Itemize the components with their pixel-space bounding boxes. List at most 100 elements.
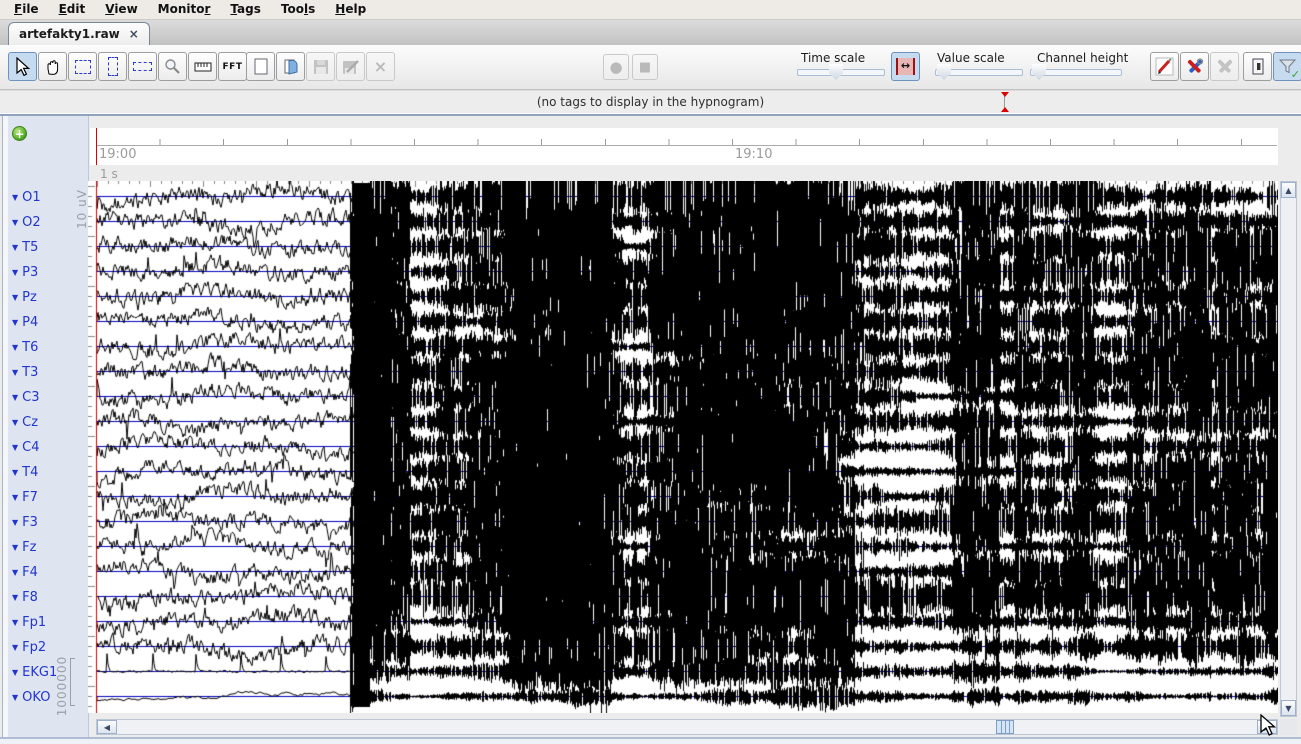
channel-dropdown-icon: ▼ — [12, 293, 18, 302]
time-scale-slider[interactable] — [797, 69, 885, 76]
open-tag-document-button[interactable] — [276, 52, 305, 81]
time-scale-slider-thumb[interactable] — [829, 64, 843, 80]
channel-item-c3[interactable]: ▼C3 — [12, 389, 40, 406]
fit-page-width-button[interactable]: ↔ — [891, 52, 920, 81]
channel-item-o2[interactable]: ▼ O2 — [12, 214, 41, 231]
channel-dropdown-icon: ▼ — [12, 568, 18, 577]
channel-dropdown-icon: ▼ — [12, 493, 18, 502]
fft-tool-button[interactable]: FFT — [218, 52, 247, 81]
channel-item-o1[interactable]: ▼O1 — [12, 189, 41, 206]
menu-tools[interactable]: Tools — [271, 0, 325, 19]
channel-item-f4[interactable]: ▼F4 — [12, 564, 38, 581]
select-column-tool-button[interactable] — [98, 52, 127, 81]
hand-icon — [44, 58, 62, 76]
channel-item-oko[interactable]: ▼OKO — [12, 689, 50, 706]
horizontal-scrollbar-thumb[interactable] — [996, 720, 1014, 734]
channel-dropdown-icon: ▼ — [12, 693, 18, 702]
value-scale-slider-thumb[interactable] — [937, 64, 951, 80]
show-panel-button[interactable] — [1243, 52, 1272, 81]
channel-item-t6[interactable]: ▼T6 — [12, 339, 38, 356]
menu-file[interactable]: File — [4, 0, 49, 19]
channel-item-fp2[interactable]: ▼Fp2 — [12, 639, 46, 656]
channel-label: C3 — [22, 390, 39, 405]
channel-item-p4[interactable]: ▼P4 — [12, 314, 38, 331]
channel-label: Cz — [22, 415, 38, 430]
record-button[interactable]: ● — [603, 54, 629, 80]
horizontal-scrollbar[interactable]: ◀ ▶ — [96, 719, 1278, 735]
channel-item-t3[interactable]: ▼ T3 — [12, 364, 38, 381]
channel-item-fp1[interactable]: ▼Fp1 — [12, 614, 46, 631]
channel-item-c4[interactable]: ▼C4 — [12, 439, 40, 456]
channel-item-ekg1[interactable]: ▼EKG1 — [12, 664, 57, 681]
preferences-tools-button[interactable] — [1180, 52, 1209, 81]
magnifier-icon — [164, 58, 181, 75]
channel-item-f8[interactable]: ▼F8 — [12, 589, 38, 606]
channel-item-t5[interactable]: ▼T5 — [12, 239, 38, 256]
vertical-scrollbar[interactable]: ▲ ▼ — [1280, 181, 1297, 717]
tab-bar: artefakty1.raw × — [0, 20, 1301, 46]
channel-label: Fz — [22, 540, 36, 555]
stop-button[interactable]: ■ — [632, 54, 658, 80]
scroll-up-button[interactable]: ▲ — [1281, 182, 1296, 198]
channel-dropdown-icon: ▼ — [12, 368, 18, 377]
channel-item-fz[interactable]: ▼Fz — [12, 539, 36, 556]
channel-item-pz[interactable]: ▼ Pz — [12, 289, 37, 306]
select-row-tool-button[interactable] — [128, 52, 157, 81]
channel-height-slider[interactable] — [1030, 69, 1122, 76]
add-channel-button[interactable]: + — [12, 126, 27, 141]
toolbar: FFT — [0, 45, 1301, 90]
menu-view[interactable]: View — [95, 0, 147, 19]
edit-signal-parameters-button[interactable] — [1150, 52, 1179, 81]
channel-item-p3[interactable]: ▼P3 — [12, 264, 38, 281]
tab-artefakty1-raw[interactable]: artefakty1.raw × — [8, 22, 150, 45]
channel-label: T3 — [22, 365, 38, 380]
disabled-tools-button[interactable] — [1210, 52, 1239, 81]
tab-close-icon[interactable]: × — [129, 29, 139, 39]
channel-dropdown-icon: ▼ — [12, 643, 18, 652]
filter-check-icon: ✓ — [1291, 68, 1300, 81]
close-tag-button[interactable]: × — [366, 52, 395, 81]
channel-label: O2 — [22, 215, 41, 230]
channel-height-slider-thumb[interactable] — [1032, 64, 1046, 80]
channel-dropdown-icon: ▼ — [12, 443, 18, 452]
channel-dropdown-icon: ▼ — [12, 218, 18, 227]
new-tag-document-button[interactable] — [246, 52, 275, 81]
save-tag-button[interactable] — [306, 52, 335, 81]
value-scale-slider[interactable] — [935, 69, 1023, 76]
scroll-right-button[interactable]: ▶ — [1257, 720, 1277, 734]
panel-icon — [1250, 58, 1266, 76]
channel-label: Pz — [22, 290, 37, 305]
hypnogram-strip[interactable]: (no tags to display in the hypnogram) — [0, 90, 1301, 114]
time-ruler[interactable]: 19:00 19:10 — [90, 128, 1278, 165]
pointer-tool-button[interactable] — [8, 52, 37, 81]
signal-plot-canvas[interactable] — [88, 181, 1278, 713]
channel-item-f7[interactable]: ▼F7 — [12, 489, 38, 506]
menu-help[interactable]: Help — [325, 0, 376, 19]
menu-tags[interactable]: Tags — [220, 0, 270, 19]
ruler-tool-button[interactable] — [188, 52, 217, 81]
fit-width-icon: ↔ — [896, 58, 915, 75]
menu-edit[interactable]: Edit — [49, 0, 96, 19]
tools-icon — [1185, 57, 1205, 77]
stop-icon: ■ — [639, 61, 651, 74]
channel-dropdown-icon: ▼ — [12, 243, 18, 252]
select-region-tool-button[interactable] — [68, 52, 97, 81]
channel-item-t4[interactable]: ▼T4 — [12, 464, 38, 481]
scroll-down-button[interactable]: ▼ — [1281, 700, 1296, 716]
red-pencil-icon — [1155, 57, 1175, 77]
open-document-icon — [282, 58, 300, 76]
channel-item-cz[interactable]: ▼Cz — [12, 414, 38, 431]
hypnogram-marker-bottom-triangle — [1001, 107, 1009, 112]
zoom-tool-button[interactable] — [158, 52, 187, 81]
save-tag-as-button[interactable] — [336, 52, 365, 81]
menu-monitor[interactable]: Monitor — [148, 0, 221, 19]
scroll-left-button[interactable]: ◀ — [97, 720, 117, 734]
channel-item-f3[interactable]: ▼F3 — [12, 514, 38, 531]
time-ruler-line — [96, 145, 1277, 146]
filter-button[interactable]: ✓ — [1273, 52, 1301, 81]
window-bottom-edge — [0, 737, 1301, 744]
tab-title: artefakty1.raw — [19, 27, 120, 41]
fft-label: FFT — [223, 62, 243, 72]
hand-tool-button[interactable] — [38, 52, 67, 81]
save-as-icon — [342, 59, 360, 75]
